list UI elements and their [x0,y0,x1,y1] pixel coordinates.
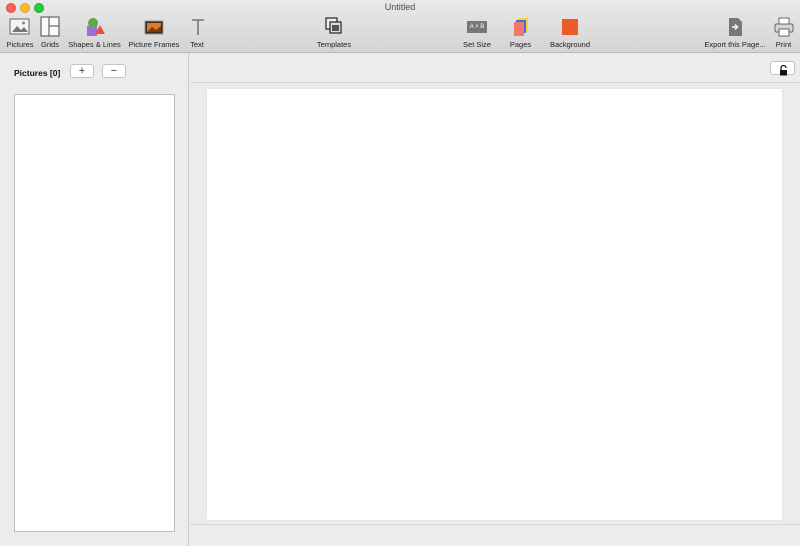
grids-tool-label: Grids [41,40,59,49]
pictures-tool-button[interactable]: Pictures [4,16,36,52]
print-button[interactable]: Print [772,16,795,52]
templates-tool-button[interactable]: Templates [314,16,354,52]
canvas-bottom-divider [190,524,800,525]
print-label: Print [775,40,792,49]
grids-tool-button[interactable]: Grids [38,16,62,52]
templates-tool-label: Templates [316,40,352,49]
shapes-icon [83,16,107,38]
pictures-count-label: Pictures [0] [14,68,61,78]
background-swatch-icon [558,16,582,38]
lock-toggle-button[interactable] [770,61,795,76]
pages-icon [509,16,533,38]
export-page-icon [723,16,747,38]
templates-icon [322,16,346,38]
export-page-label: Export this Page... [704,40,766,49]
printer-icon [772,16,796,38]
remove-picture-button[interactable]: − [102,64,126,78]
add-picture-button[interactable]: + [70,64,94,78]
title-bar: Untitled Pictures Grids Shapes & Lines P… [0,0,800,53]
grid-layout-icon [38,16,62,38]
picture-frames-tool-label: Picture Frames [128,40,180,49]
pictures-tool-label: Pictures [6,40,34,49]
set-size-tool-button[interactable]: A × B Set Size [461,16,493,52]
canvas-top-bar [190,53,800,83]
set-size-tool-label: Set Size [463,40,491,49]
export-page-button[interactable]: Export this Page... [701,16,769,52]
unlocked-padlock-icon [778,63,789,81]
pages-tool-button[interactable]: Pages [508,16,533,52]
pages-tool-label: Pages [509,40,532,49]
background-tool-label: Background [549,40,591,49]
background-tool-button[interactable]: Background [548,16,592,52]
text-tool-button[interactable]: Text [186,16,208,52]
picture-frame-icon [142,16,166,38]
image-icon [8,16,32,38]
pictures-list[interactable] [14,94,175,532]
canvas-area [190,53,800,546]
picture-frames-tool-button[interactable]: Picture Frames [126,16,182,52]
text-T-icon [186,16,210,38]
page-canvas[interactable] [207,89,782,520]
pictures-sidebar: Pictures [0] + − [0,53,189,546]
text-tool-label: Text [190,40,204,49]
set-size-icon-text: A × B [467,21,487,33]
set-size-icon: A × B [466,16,488,38]
shapes-lines-tool-label: Shapes & Lines [68,40,121,49]
window-title: Untitled [384,2,416,12]
shapes-lines-tool-button[interactable]: Shapes & Lines [66,16,123,52]
